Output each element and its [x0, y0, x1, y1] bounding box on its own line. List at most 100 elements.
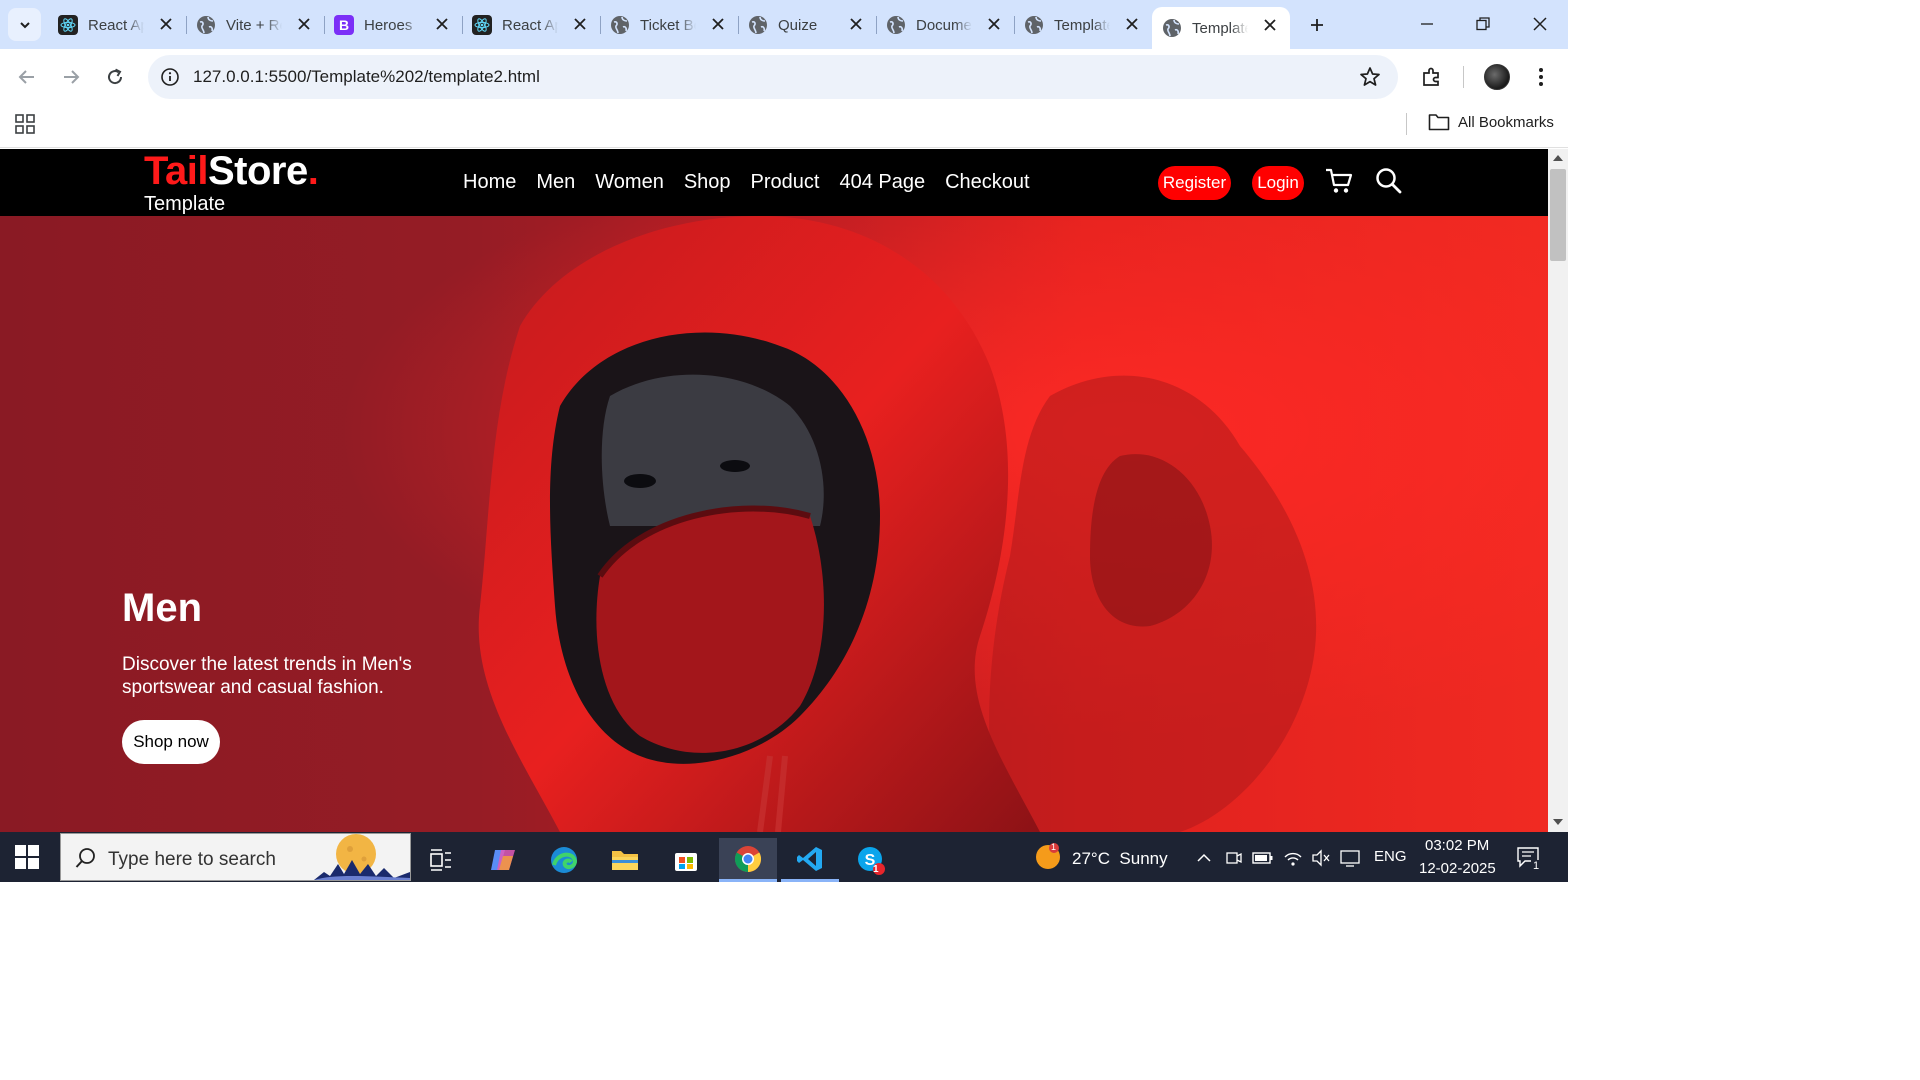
- clock-time[interactable]: 03:02 PM: [1425, 837, 1489, 854]
- display-icon[interactable]: [1340, 849, 1360, 867]
- forward-button[interactable]: [55, 61, 87, 93]
- store-app-button[interactable]: [657, 838, 715, 882]
- scrollbar-thumb[interactable]: [1550, 169, 1566, 261]
- vscode-app-button[interactable]: [781, 838, 839, 882]
- browser-tab[interactable]: React App: [462, 6, 601, 44]
- browser-tab[interactable]: Template: [1014, 6, 1152, 44]
- wifi-icon[interactable]: [1283, 849, 1303, 867]
- minimize-icon: [1421, 23, 1433, 25]
- volume-muted-icon[interactable]: [1311, 849, 1331, 867]
- address-bar[interactable]: 127.0.0.1:5500/Template%202/template2.ht…: [148, 55, 1398, 99]
- arrow-left-icon: [18, 70, 34, 84]
- weather-widget[interactable]: 1 27°C Sunny: [1034, 842, 1174, 874]
- file-explorer-button[interactable]: [596, 838, 654, 882]
- logo-subtitle: Template: [144, 193, 226, 215]
- globe-icon: [748, 15, 768, 35]
- restore-icon: [1476, 17, 1490, 31]
- browser-tab[interactable]: Ticket Booking: [600, 6, 739, 44]
- chrome-app-button[interactable]: [719, 838, 777, 882]
- language-indicator[interactable]: ENG: [1374, 848, 1407, 865]
- scroll-down-arrow[interactable]: [1553, 819, 1563, 825]
- all-bookmarks-button[interactable]: All Bookmarks: [1428, 113, 1554, 131]
- bookmark-star-icon[interactable]: [1358, 65, 1382, 89]
- hero-description: Discover the latest trends in Men's spor…: [122, 654, 412, 698]
- cart-icon[interactable]: [1324, 166, 1354, 196]
- logo-part-store: Store: [207, 149, 308, 193]
- browser-tab[interactable]: Quize: [738, 6, 877, 44]
- task-view-button[interactable]: [412, 838, 470, 882]
- battery-icon[interactable]: [1252, 850, 1274, 866]
- search-icon[interactable]: [1374, 166, 1404, 196]
- browser-tab[interactable]: Vite + React: [186, 6, 325, 44]
- screen: React App Vite + React B Heroes React App Tic…: [0, 0, 1568, 882]
- taskbar-search-placeholder: Type here to search: [108, 849, 276, 870]
- chevron-up-icon[interactable]: [1196, 850, 1212, 866]
- logo-part-tail: Tail: [144, 149, 208, 193]
- close-tab-icon[interactable]: [572, 16, 588, 32]
- browser-tab-title: Heroes: [364, 16, 413, 34]
- browser-tab-title: Ticket Booking: [640, 16, 696, 34]
- skype-app-button[interactable]: S 1: [842, 838, 900, 882]
- site-logo[interactable]: TailStore.: [144, 149, 319, 193]
- close-tab-icon[interactable]: [848, 16, 864, 32]
- kebab-menu-icon: [1539, 68, 1543, 86]
- edge-app-button[interactable]: [535, 838, 593, 882]
- nav-link-product[interactable]: Product: [751, 171, 820, 194]
- page-scrollbar[interactable]: [1548, 149, 1568, 832]
- windows-start-icon[interactable]: [14, 844, 40, 870]
- close-tab-icon[interactable]: [1124, 16, 1140, 32]
- globe-icon: [1162, 18, 1182, 38]
- close-tab-icon[interactable]: [1262, 17, 1278, 33]
- copilot-app-button[interactable]: [474, 838, 532, 882]
- nav-link-men[interactable]: Men: [536, 171, 575, 194]
- nav-link-home[interactable]: Home: [463, 171, 516, 194]
- new-tab-button[interactable]: [1304, 12, 1330, 38]
- nav-link-checkout[interactable]: Checkout: [945, 171, 1030, 194]
- browser-tab-title: React App: [502, 16, 558, 34]
- search-icon: [75, 848, 95, 868]
- login-button[interactable]: Login: [1252, 166, 1304, 200]
- minimize-button[interactable]: [1407, 8, 1447, 40]
- nav-link-shop[interactable]: Shop: [684, 171, 731, 194]
- close-window-button[interactable]: [1520, 8, 1560, 40]
- close-tab-icon[interactable]: [296, 16, 312, 32]
- restore-button[interactable]: [1463, 8, 1503, 40]
- globe-icon: [196, 15, 216, 35]
- nav-link-404-page[interactable]: 404 Page: [839, 171, 925, 194]
- sun-weather-icon: [1036, 843, 1060, 869]
- apps-grid-icon[interactable]: [15, 114, 35, 134]
- site-info-icon[interactable]: [160, 67, 180, 87]
- globe-icon: [610, 15, 630, 35]
- close-tab-icon[interactable]: [986, 16, 1002, 32]
- browser-tab-strip: React App Vite + React B Heroes React App Tic…: [0, 0, 1568, 49]
- tab-search-button[interactable]: [8, 8, 41, 41]
- shop-now-button[interactable]: Shop now: [122, 720, 220, 764]
- taskbar-search-box[interactable]: Type here to search: [60, 833, 411, 881]
- register-button[interactable]: Register: [1158, 166, 1231, 200]
- close-tab-icon[interactable]: [434, 16, 450, 32]
- close-tab-icon[interactable]: [158, 16, 174, 32]
- copilot-icon: [491, 850, 515, 870]
- browser-tab[interactable]: React App: [48, 6, 187, 44]
- url-text: 127.0.0.1:5500/Template%202/template2.ht…: [193, 67, 540, 86]
- moon-landscape-icon: [314, 834, 410, 880]
- scroll-up-arrow[interactable]: [1553, 155, 1563, 161]
- folder-icon: [612, 851, 638, 870]
- hero-section: Men Discover the latest trends in Men's …: [0, 216, 1548, 832]
- meet-icon[interactable]: [1225, 849, 1243, 867]
- store-icon: [675, 853, 697, 871]
- clock-date[interactable]: 12-02-2025: [1419, 860, 1496, 877]
- close-tab-icon[interactable]: [710, 16, 726, 32]
- browser-menu-button[interactable]: [1527, 63, 1555, 91]
- reload-button[interactable]: [99, 61, 131, 93]
- browser-tab[interactable]: Template: [1152, 7, 1290, 49]
- browser-tab[interactable]: B Heroes: [324, 6, 463, 44]
- nav-link-women[interactable]: Women: [595, 171, 664, 194]
- task-view-icon: [430, 849, 451, 871]
- back-button[interactable]: [11, 61, 43, 93]
- profile-avatar[interactable]: [1484, 64, 1510, 90]
- browser-tab[interactable]: Document: [876, 6, 1015, 44]
- skype-badge: 1: [873, 864, 879, 875]
- extensions-button[interactable]: [1418, 63, 1446, 91]
- browser-tab-title: React App: [88, 16, 144, 34]
